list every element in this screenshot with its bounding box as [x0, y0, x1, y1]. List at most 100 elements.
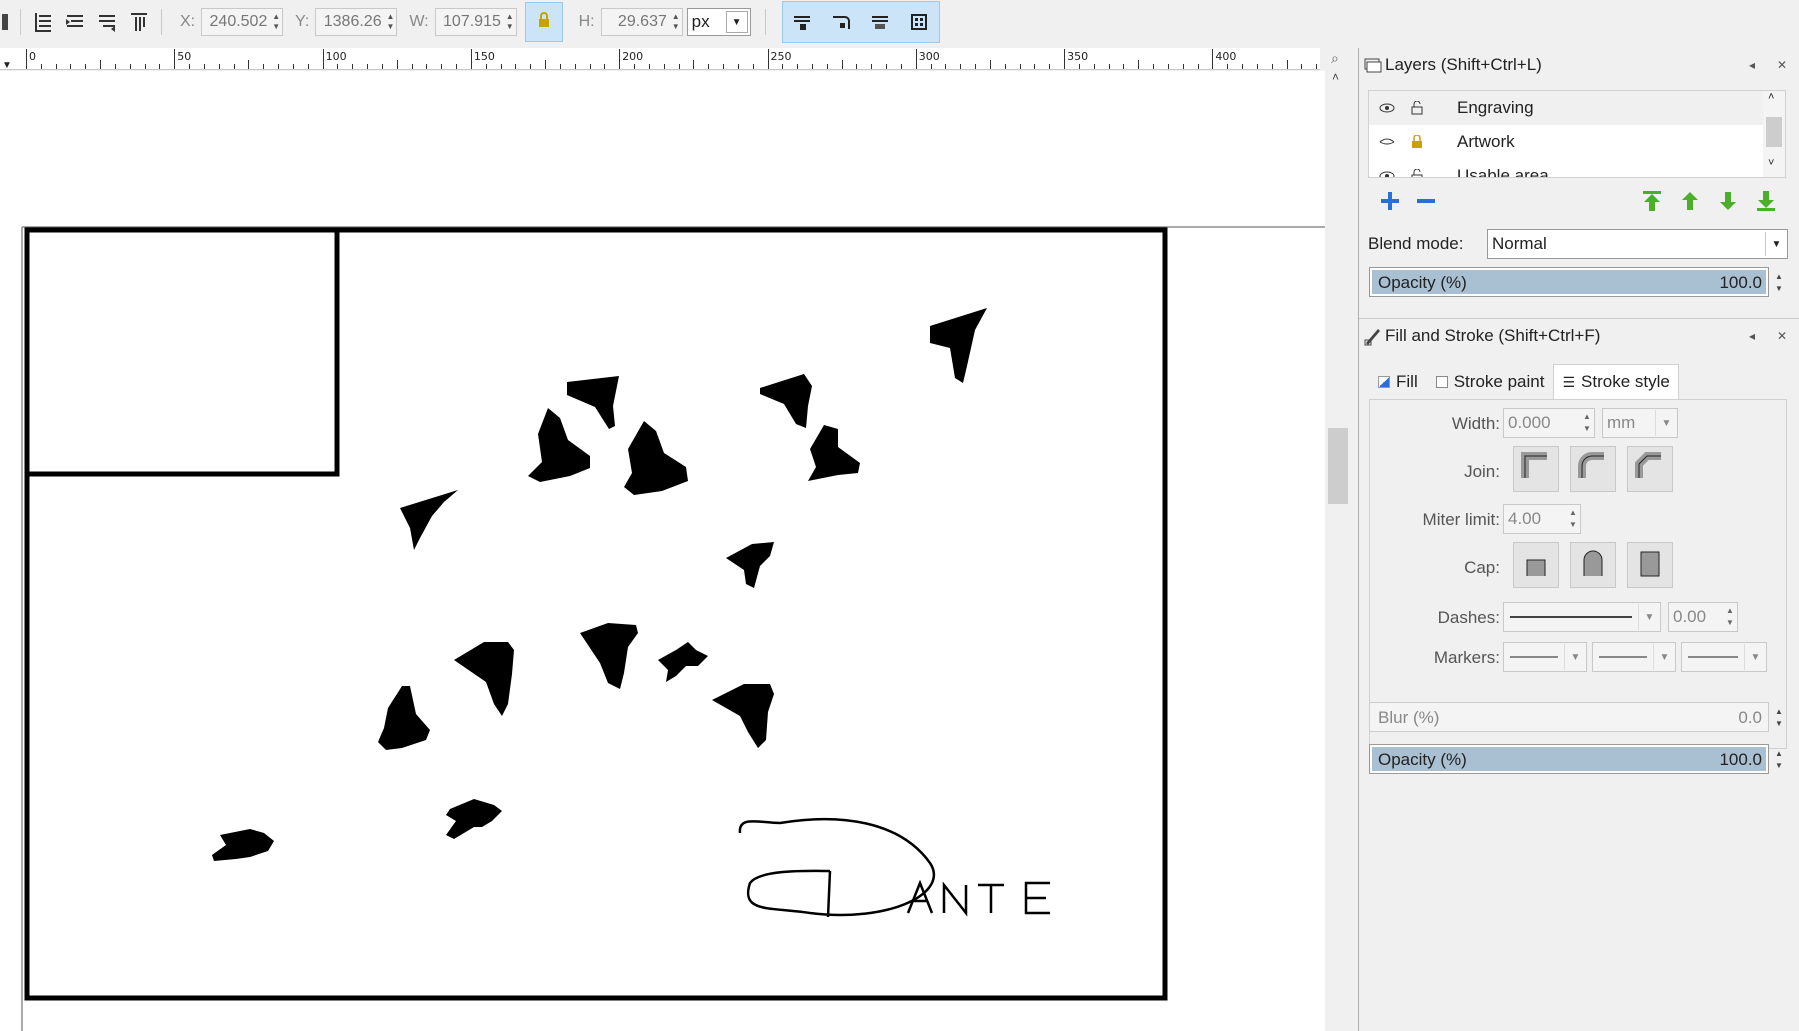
scale-stroke-icon[interactable]	[783, 2, 822, 42]
w-spinbox[interactable]: ▲▼	[434, 8, 517, 36]
x-spinbox[interactable]: ▲▼	[201, 8, 284, 36]
ruler-tick	[411, 64, 413, 69]
layer-name[interactable]: Artwork	[1457, 132, 1515, 152]
h-input[interactable]	[601, 9, 670, 35]
unlocked-icon[interactable]	[1405, 169, 1429, 177]
lower-layer-button[interactable]	[1713, 188, 1743, 218]
mid-marker-select[interactable]: ▼	[1592, 642, 1676, 672]
spin-arrows[interactable]: ▲ ▼	[1580, 411, 1594, 435]
collapse-icon[interactable]: ◂	[1742, 55, 1762, 75]
align-top-icon[interactable]	[123, 6, 155, 38]
scrollbar-thumb[interactable]	[1328, 428, 1348, 504]
butt-cap-button[interactable]	[1513, 542, 1559, 588]
chevron-down-icon[interactable]: ▼	[1744, 644, 1766, 670]
drawing-canvas[interactable]	[0, 71, 1325, 1031]
eye-open-icon[interactable]	[1375, 170, 1399, 177]
spin-arrows[interactable]: ▲ ▼	[1772, 703, 1786, 733]
h-spinbox[interactable]: ▲▼	[600, 8, 683, 36]
dash-pattern-select[interactable]: ▼	[1503, 602, 1661, 632]
eye-closed-icon[interactable]	[1375, 136, 1399, 148]
object-opacity-slider[interactable]: Opacity (%) 100.0 ▲ ▼	[1369, 744, 1783, 774]
transform-gradients-icon[interactable]	[861, 2, 900, 42]
lower-icon[interactable]	[91, 6, 123, 38]
close-icon[interactable]: ✕	[1772, 326, 1792, 346]
raise-to-top-button[interactable]	[1637, 188, 1667, 218]
ruler-tick	[1093, 64, 1095, 69]
locked-icon[interactable]	[1405, 135, 1429, 149]
spin-arrows[interactable]: ▲ ▼	[270, 12, 282, 32]
spin-arrows[interactable]: ▲ ▼	[1772, 745, 1786, 775]
miter-join-button[interactable]	[1513, 446, 1559, 492]
start-marker-select[interactable]: ▼	[1503, 642, 1587, 672]
horizontal-ruler[interactable]: ▼ 0 50 100 150 200 250 300 350 400	[0, 48, 1320, 71]
layer-row[interactable]: Usable area	[1369, 159, 1785, 177]
bevel-join-button[interactable]	[1627, 446, 1673, 492]
dante-signature[interactable]	[738, 817, 1050, 918]
remove-layer-button[interactable]	[1411, 188, 1441, 218]
spin-arrows[interactable]: ▲ ▼	[1723, 605, 1737, 629]
blend-mode-select[interactable]: Normal ▼	[1487, 229, 1788, 259]
w-input[interactable]	[435, 9, 504, 35]
spin-arrows[interactable]: ▲ ▼	[1566, 507, 1580, 531]
chevron-down-icon[interactable]: ▼	[725, 11, 748, 33]
square-cap-button[interactable]	[1627, 542, 1673, 588]
transform-patterns-icon[interactable]	[900, 2, 939, 42]
partial-icon[interactable]	[0, 6, 14, 38]
spin-arrows[interactable]: ▲ ▼	[504, 12, 516, 32]
zoom-icon[interactable]: ⌕	[1331, 50, 1339, 67]
layer-name[interactable]: Usable area	[1457, 166, 1549, 177]
collapse-icon[interactable]: ◂	[1742, 326, 1762, 346]
y-spinbox[interactable]: ▲▼	[315, 8, 398, 36]
birds-group[interactable]	[212, 308, 987, 861]
width-unit-select[interactable]: mm ▼	[1602, 408, 1678, 438]
bird-shape	[930, 308, 987, 383]
raise-layer-button[interactable]	[1675, 188, 1705, 218]
unlocked-icon[interactable]	[1405, 101, 1429, 115]
chevron-down-icon[interactable]: ▼	[1655, 410, 1677, 436]
chevron-down-icon[interactable]: ▼	[1638, 604, 1660, 630]
usable-area-box[interactable]	[24, 227, 340, 477]
lock-ratio-button[interactable]	[524, 2, 563, 42]
y-input[interactable]	[316, 9, 385, 35]
tab-stroke-style[interactable]: ☰ Stroke style	[1553, 364, 1679, 400]
chevron-down-icon[interactable]: ▼	[1653, 644, 1675, 670]
chevron-down-icon[interactable]: ˅	[1768, 157, 1774, 169]
add-layer-button[interactable]	[1375, 188, 1405, 218]
spin-arrows[interactable]: ▲ ▼	[670, 12, 682, 32]
x-input[interactable]	[202, 9, 271, 35]
scrollbar-thumb[interactable]	[1766, 117, 1782, 147]
layers-scrollbar[interactable]: ˄ ˅	[1763, 91, 1785, 177]
align-bottom-icon[interactable]	[27, 6, 59, 38]
tab-fill[interactable]: Fill	[1369, 364, 1427, 400]
spin-arrows[interactable]: ▲ ▼	[385, 12, 397, 32]
stroke-width-spinbox[interactable]: 0.000 ▲ ▼	[1503, 408, 1595, 438]
end-marker-select[interactable]: ▼	[1681, 642, 1767, 672]
chevron-down-icon[interactable]: ▼	[1564, 644, 1586, 670]
chevron-up-icon[interactable]: ˄	[1768, 91, 1774, 103]
tab-stroke-paint[interactable]: Stroke paint	[1427, 364, 1554, 400]
layers-list[interactable]: Engraving Artwork Usable area ˄ ˅	[1368, 90, 1786, 178]
lower-to-bottom-button[interactable]	[1751, 188, 1781, 218]
ruler-origin-marker: ▼	[2, 60, 12, 71]
chevron-up-icon[interactable]: ˄	[1332, 70, 1339, 84]
raise-icon[interactable]	[59, 6, 91, 38]
eye-open-icon[interactable]	[1375, 102, 1399, 114]
chevron-down-icon[interactable]: ▼	[1765, 232, 1787, 256]
vertical-scrollbar[interactable]: ⌕ ˄	[1325, 48, 1351, 1031]
close-icon[interactable]: ✕	[1772, 55, 1792, 75]
layers-panel-title: Layers (Shift+Ctrl+L) ◂ ✕	[1359, 48, 1799, 82]
scale-corners-icon[interactable]	[822, 2, 861, 42]
layer-row[interactable]: Engraving	[1369, 91, 1785, 125]
unit-select[interactable]: px ▼	[686, 8, 751, 36]
layer-opacity-slider[interactable]: Opacity (%) 100.0 ▲ ▼	[1369, 267, 1783, 297]
layer-row[interactable]: Artwork	[1369, 125, 1785, 159]
round-join-button[interactable]	[1570, 446, 1616, 492]
ruler-tick	[678, 64, 680, 69]
dash-offset-spinbox[interactable]: 0.00 ▲ ▼	[1668, 602, 1738, 632]
miter-limit-spinbox[interactable]: 4.00 ▲ ▼	[1503, 504, 1581, 534]
spin-arrows[interactable]: ▲ ▼	[1772, 268, 1786, 298]
blur-slider[interactable]: Blur (%) 0.0 ▲ ▼	[1369, 702, 1783, 732]
artwork-frame[interactable]	[24, 227, 1168, 1001]
layer-name[interactable]: Engraving	[1457, 98, 1534, 118]
round-cap-button[interactable]	[1570, 542, 1616, 588]
